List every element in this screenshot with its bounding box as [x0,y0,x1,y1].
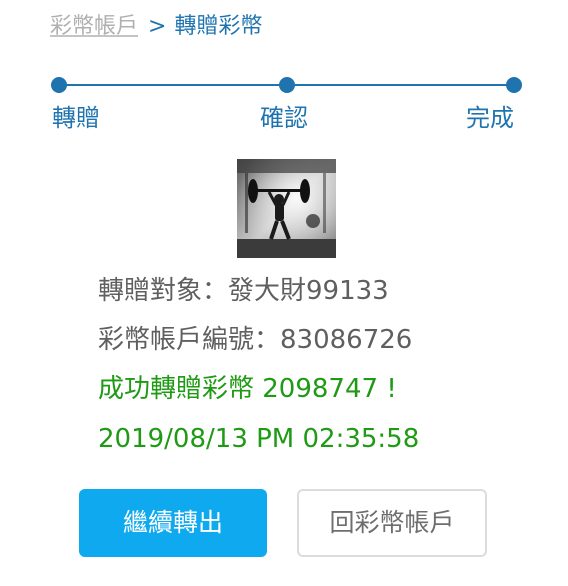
back-to-account-button[interactable]: 回彩幣帳戶 [297,489,487,557]
step-label-transfer: 轉贈 [52,104,100,132]
account-number-value: 83086726 [280,325,413,355]
recipient-avatar [237,159,336,258]
gym-weightlifter-photo-icon [237,159,336,258]
account-number-label: 彩幣帳戶編號： [98,325,281,355]
transfer-complete-page: 彩幣帳戶 > 轉贈彩幣 轉贈 確認 完成 轉贈對象：發大財99133 彩幣帳戶編… [0,0,568,586]
recipient-line: 轉贈對象：發大財99133 [98,273,389,309]
transfer-timestamp: 2019/08/13 PM 02:35:58 [98,424,420,454]
step-label-complete: 完成 [466,104,514,132]
account-number-line: 彩幣帳戶編號：83086726 [98,322,412,358]
step-dot-transfer [51,77,67,93]
recipient-label: 轉贈對象： [98,276,229,306]
step-dot-confirm [279,77,295,93]
step-dot-complete [506,77,522,93]
success-message: 成功轉贈彩幣 2098747 ! [98,374,397,404]
continue-transfer-button[interactable]: 繼續轉出 [79,489,267,557]
recipient-name: 發大財99133 [228,276,389,306]
progress-stepper: 轉贈 確認 完成 [0,0,568,140]
step-label-confirm: 確認 [260,104,308,132]
